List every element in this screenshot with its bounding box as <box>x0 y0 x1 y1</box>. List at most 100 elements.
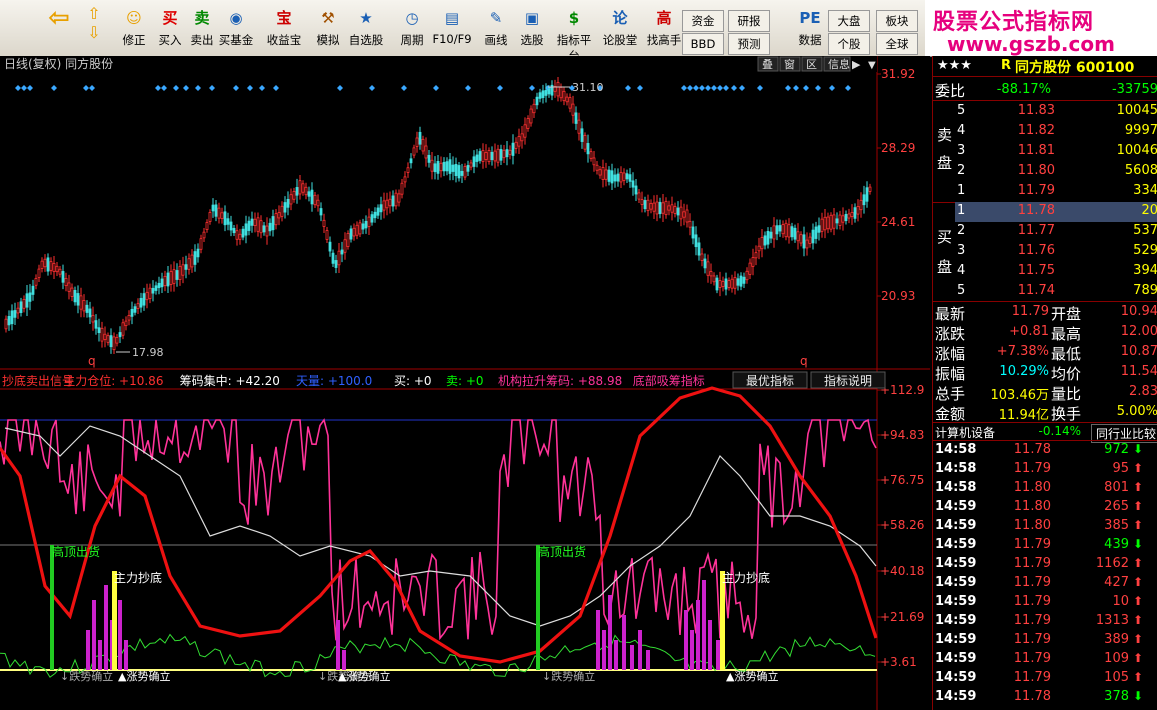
candle-body <box>241 228 245 238</box>
candle-body <box>451 164 455 172</box>
buy-side-label: 买 <box>937 228 953 246</box>
tick-volume: 427 <box>1104 575 1129 590</box>
arrow-up-icon: ⬆ <box>1133 556 1144 570</box>
candle-body <box>22 299 26 309</box>
candle-body <box>862 194 866 206</box>
toolbar-label: 买入 <box>158 33 182 47</box>
toolbar-small-button[interactable]: 个股 <box>828 33 870 55</box>
candle-body <box>544 89 548 96</box>
bid-volume: 789 <box>1133 283 1157 298</box>
candle-body <box>595 164 599 171</box>
toolbar-small-button[interactable]: 大盘 <box>828 10 870 32</box>
candle-body <box>574 112 578 124</box>
candle-body <box>190 254 194 268</box>
toolbar-star-list-button[interactable]: ★ 自选股 <box>344 4 388 52</box>
toolbar-data-button[interactable]: PE 数据 <box>788 4 832 52</box>
up-down-button[interactable]: ⇧ ⇩ <box>82 4 106 52</box>
candle-body <box>622 172 626 181</box>
toolbar-discuss-button[interactable]: 论论股堂 <box>598 4 642 52</box>
quote-panel: ★★★ R 同方股份 600100 委比 -88.17% -33759 卖盘 5 11.83 10… <box>932 56 1157 710</box>
candle-body <box>331 252 335 264</box>
weibi-value: -88.17% <box>996 82 1051 97</box>
buy-signal-bar <box>112 571 117 670</box>
ask-price: 11.79 <box>1017 183 1055 198</box>
tick-time: 14:59 <box>935 556 977 571</box>
tick-volume: 95 <box>1112 461 1129 476</box>
candle-body <box>7 316 11 326</box>
toolbar-label: 买基金 <box>218 33 254 47</box>
header-button-label: 信息 <box>828 57 850 71</box>
hammer-icon: ⚒ <box>321 9 335 27</box>
back-button[interactable]: ⇦ <box>44 4 74 52</box>
histogram-bar <box>596 610 600 670</box>
toolbar-platform-button[interactable]: $指标平台 <box>552 4 596 63</box>
candle-body <box>463 166 467 178</box>
candle-body <box>475 154 479 162</box>
candle-body <box>343 239 347 253</box>
star-list-icon: ★ <box>359 9 373 27</box>
toolbar-label: 自选股 <box>348 33 384 47</box>
arrow-up-icon: ⇧ <box>87 4 101 23</box>
tick-price: 11.78 <box>1013 689 1051 704</box>
candle-body <box>277 212 281 219</box>
candle-body <box>238 233 242 240</box>
toolbar-small-button[interactable]: 预测 <box>728 33 770 55</box>
tick-volume: 1313 <box>1095 613 1129 628</box>
toolbar-small-button[interactable]: 全球 <box>876 33 918 55</box>
toolbar-small-button[interactable]: 资金 <box>682 10 724 32</box>
indicator-axis-label: +21.69 <box>880 610 924 624</box>
candle-body <box>385 199 389 209</box>
candle-body <box>697 242 701 256</box>
candle-body <box>655 201 659 215</box>
candle-body <box>532 103 536 114</box>
watermark-url: www.gszb.com <box>947 32 1115 56</box>
indicator-axis-label: +3.61 <box>880 655 917 669</box>
candle-body <box>124 320 128 327</box>
bid-price: 11.78 <box>1017 203 1055 218</box>
candle-body <box>814 226 818 239</box>
candle-body <box>859 199 863 211</box>
candle-body <box>433 163 437 173</box>
candle-body <box>751 257 755 267</box>
toolbar-small-button[interactable]: 板块 <box>876 10 918 32</box>
candle-body <box>727 280 731 288</box>
tick-volume: 385 <box>1104 518 1129 533</box>
candle-body <box>310 189 314 205</box>
candle-body <box>223 211 227 226</box>
toolbar-f10-button[interactable]: ▤ F10/F9 <box>430 4 474 52</box>
sector-change: -0.14% <box>1038 424 1081 438</box>
stat-label: 最低 <box>1051 345 1082 363</box>
candle-body <box>322 219 326 227</box>
tick-time: 14:58 <box>935 442 977 457</box>
candle-body <box>217 207 221 219</box>
indicator-button-label: 指标说明 <box>824 373 872 388</box>
toolbar-expert-button[interactable]: 高找高手 <box>642 4 686 52</box>
candle-body <box>106 335 110 343</box>
candle-body <box>472 156 476 167</box>
candle-body <box>670 204 674 213</box>
candle-body <box>211 204 215 212</box>
kline-chart[interactable]: 日线(复权) 同方股份 叠窗区信息 ▶ ▼ 31.92 28.29 24.61 20.93 +1… <box>0 56 930 710</box>
candle-body <box>79 295 83 310</box>
tick-time: 14:59 <box>935 537 977 552</box>
toolbar-small-button[interactable]: 研报 <box>728 10 770 32</box>
rise-confirm-label: ▲涨势确立 <box>726 669 778 683</box>
candle-body <box>571 103 575 116</box>
weicha-value: -33759 <box>1111 82 1157 97</box>
toolbar-clock-button[interactable]: ◷ 周期 <box>390 4 434 52</box>
candle-body <box>826 216 830 230</box>
bid-level: 2 <box>957 223 966 238</box>
toolbar-small-button[interactable]: BBD <box>682 33 724 55</box>
candle-body <box>673 206 677 214</box>
expert-icon: 高 <box>656 9 672 27</box>
candle-body <box>838 214 842 226</box>
toolbar-profit-button[interactable]: 宝收益宝 <box>262 4 306 52</box>
candle-body <box>235 230 239 240</box>
toolbar-fund-button[interactable]: ◉ 买基金 <box>214 4 258 52</box>
toolbar-select-button[interactable]: ▣ 选股 <box>510 4 554 52</box>
toolbar-label: 画线 <box>484 33 508 47</box>
candle-body <box>427 154 431 163</box>
ask-level: 4 <box>957 123 966 138</box>
candle-body <box>790 226 794 238</box>
arrow-down-icon: ⇩ <box>87 23 101 42</box>
